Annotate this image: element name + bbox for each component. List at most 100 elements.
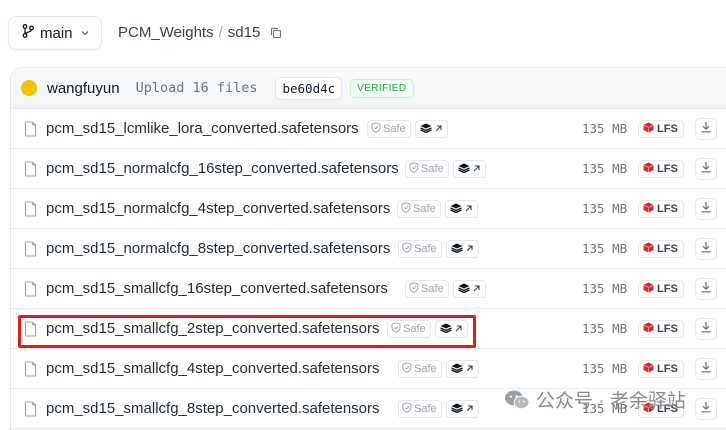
file-row[interactable]: pcm_sd15_normalcfg_8step_converted.safet…: [11, 229, 726, 269]
file-row[interactable]: pcm_sd15_normalcfg_16step_converted.safe…: [11, 149, 726, 189]
download-button[interactable]: [695, 158, 717, 180]
safe-label: Safe: [414, 243, 437, 255]
lfs-badge[interactable]: LFS: [638, 160, 684, 178]
download-button[interactable]: [695, 118, 717, 140]
lfs-badge[interactable]: LFS: [638, 360, 684, 378]
file-icon: [24, 401, 37, 422]
download-button[interactable]: [695, 398, 717, 420]
lfs-badge[interactable]: LFS: [638, 120, 684, 138]
download-icon: [700, 280, 712, 298]
download-icon: [700, 240, 712, 258]
shield-check-icon: [401, 202, 411, 216]
download-button[interactable]: [695, 238, 717, 260]
lfs-badge[interactable]: LFS: [638, 280, 684, 298]
safe-badge[interactable]: Safe: [398, 240, 442, 258]
file-name-link[interactable]: pcm_sd15_normalcfg_16step_converted.safe…: [46, 160, 399, 177]
file-name-link[interactable]: pcm_sd15_normalcfg_8step_converted.safet…: [46, 240, 390, 257]
file-size: 135 MB: [582, 161, 628, 176]
branch-selector-button[interactable]: main: [8, 16, 102, 50]
avatar[interactable]: [21, 80, 37, 96]
layers-icon: [449, 200, 462, 218]
security-scan-link[interactable]: [444, 200, 478, 218]
safe-badge[interactable]: Safe: [367, 120, 411, 138]
security-scan-link[interactable]: [445, 240, 479, 258]
safe-label: Safe: [383, 123, 406, 135]
file-name-link[interactable]: pcm_sd15_smallcfg_16step_converted.safet…: [46, 280, 388, 297]
file-size: 135 MB: [582, 241, 628, 256]
file-row[interactable]: pcm_sd15_normalcfg_4step_converted.safet…: [11, 189, 726, 229]
file-badges: Safe: [367, 109, 448, 149]
lfs-label: LFS: [657, 163, 678, 175]
download-button[interactable]: [695, 278, 717, 300]
lfs-badge[interactable]: LFS: [638, 320, 684, 338]
download-button[interactable]: [695, 358, 717, 380]
external-link-icon: [465, 400, 474, 418]
lfs-label: LFS: [657, 323, 678, 335]
security-scan-link[interactable]: [414, 120, 448, 138]
shield-check-icon: [371, 122, 381, 136]
safe-label: Safe: [414, 363, 437, 375]
file-row[interactable]: pcm_sd15_smallcfg_16step_converted.safet…: [11, 269, 726, 309]
commit-hash[interactable]: be60d4c: [275, 76, 343, 100]
breadcrumb-repo-link[interactable]: PCM_Weights: [118, 24, 214, 41]
file-row[interactable]: pcm_sd15_lcmlike_lora_converted.safetens…: [11, 109, 726, 149]
shield-check-icon: [409, 162, 419, 176]
watermark: 公众号 · 老余驿站: [504, 386, 686, 413]
lfs-label: LFS: [657, 203, 678, 215]
branch-name: main: [40, 24, 73, 42]
breadcrumb: PCM_Weights / sd15: [118, 24, 282, 41]
file-icon: [24, 241, 37, 262]
external-link-icon: [434, 120, 443, 138]
layers-icon: [450, 360, 463, 378]
download-button[interactable]: [695, 198, 717, 220]
shield-check-icon: [402, 362, 412, 376]
file-name-link[interactable]: pcm_sd15_smallcfg_4step_converted.safete…: [46, 360, 380, 377]
lfs-badge[interactable]: LFS: [638, 200, 684, 218]
file-name-link[interactable]: pcm_sd15_smallcfg_8step_converted.safete…: [46, 400, 380, 417]
safe-label: Safe: [413, 203, 436, 215]
safe-badge[interactable]: Safe: [405, 280, 449, 298]
file-list: pcm_sd15_lcmlike_lora_converted.safetens…: [11, 109, 726, 429]
highlight-box: [18, 315, 476, 348]
file-list-panel: wangfuyun Upload 16 files be60d4c VERIFI…: [10, 67, 726, 430]
safe-label: Safe: [421, 283, 444, 295]
commit-message[interactable]: Upload 16 files: [136, 80, 258, 96]
layers-icon: [457, 280, 470, 298]
download-button[interactable]: [695, 318, 717, 340]
lfs-icon: [643, 242, 654, 256]
verified-badge: VERIFIED: [350, 78, 414, 98]
file-row[interactable]: pcm_sd15_smallcfg_4step_converted.safete…: [11, 349, 726, 389]
external-link-icon: [465, 240, 474, 258]
external-link-icon: [472, 280, 481, 298]
layers-icon: [419, 120, 432, 138]
file-size: 135 MB: [582, 321, 628, 336]
file-size: 135 MB: [582, 121, 628, 136]
safe-badge[interactable]: Safe: [397, 200, 441, 218]
lfs-icon: [643, 202, 654, 216]
external-link-icon: [465, 360, 474, 378]
download-icon: [700, 320, 712, 338]
security-scan-link[interactable]: [452, 160, 486, 178]
last-commit-row: wangfuyun Upload 16 files be60d4c VERIFI…: [11, 68, 726, 109]
file-name-link[interactable]: pcm_sd15_normalcfg_4step_converted.safet…: [46, 200, 390, 217]
safe-badge[interactable]: Safe: [398, 360, 442, 378]
security-scan-link[interactable]: [445, 360, 479, 378]
repo-header: main PCM_Weights / sd15: [0, 0, 726, 66]
safe-badge[interactable]: Safe: [398, 400, 442, 418]
file-name-link[interactable]: pcm_sd15_lcmlike_lora_converted.safetens…: [46, 120, 359, 137]
file-badges: Safe: [398, 389, 479, 429]
download-icon: [700, 360, 712, 378]
file-size: 135 MB: [582, 281, 628, 296]
lfs-badge[interactable]: LFS: [638, 240, 684, 258]
copy-icon[interactable]: [270, 27, 282, 39]
safe-badge[interactable]: Safe: [405, 160, 449, 178]
file-size: 135 MB: [582, 361, 628, 376]
security-scan-link[interactable]: [452, 280, 486, 298]
wechat-logo-icon: [504, 389, 530, 411]
lfs-label: LFS: [657, 283, 678, 295]
security-scan-link[interactable]: [445, 400, 479, 418]
shield-check-icon: [402, 402, 412, 416]
file-icon: [24, 161, 37, 182]
commit-author[interactable]: wangfuyun: [47, 80, 120, 97]
file-icon: [24, 201, 37, 222]
